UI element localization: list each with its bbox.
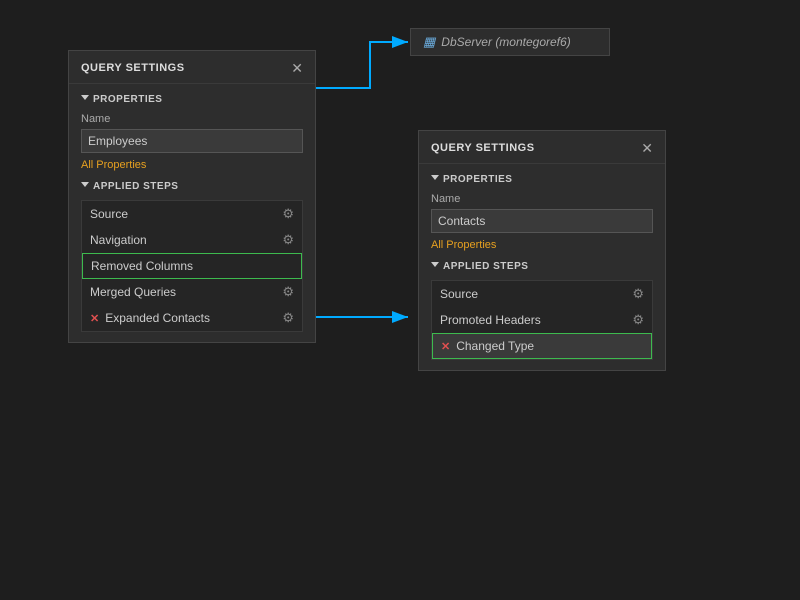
contacts-properties-header: PROPERTIES <box>431 174 653 185</box>
steps-triangle-icon <box>81 182 89 191</box>
grid-icon: ▦ <box>423 34 435 50</box>
error-x-icon: ✕ <box>441 340 450 353</box>
contacts-panel: QUERY SETTINGS ✕ PROPERTIES Name All Pro… <box>418 130 666 371</box>
emp-step-3[interactable]: Merged Queries ⚙ <box>82 279 302 305</box>
contacts-properties-triangle-icon <box>431 175 439 184</box>
emp-step-0[interactable]: Source ⚙ <box>82 201 302 227</box>
contacts-steps-header: APPLIED STEPS <box>431 261 653 272</box>
employees-properties-header: PROPERTIES <box>81 94 303 105</box>
dbserver-label: DbServer (montegoref6) <box>441 35 570 49</box>
gear-icon[interactable]: ⚙ <box>282 310 294 326</box>
contacts-name-label: Name <box>431 193 653 205</box>
employees-steps-section: APPLIED STEPS Source ⚙ Navigation ⚙ Removed … <box>81 181 303 332</box>
gear-icon[interactable]: ⚙ <box>282 284 294 300</box>
employees-close-button[interactable]: ✕ <box>291 61 303 75</box>
gear-icon[interactable]: ⚙ <box>282 232 294 248</box>
emp-step-left-0: Source <box>90 207 128 221</box>
employees-steps-header: APPLIED STEPS <box>81 181 303 192</box>
con-step-name-2: Changed Type <box>456 339 534 353</box>
emp-step-2[interactable]: Removed Columns <box>82 253 302 279</box>
contacts-close-button[interactable]: ✕ <box>641 141 653 155</box>
emp-step-1[interactable]: Navigation ⚙ <box>82 227 302 253</box>
con-step-left-2: ✕ Changed Type <box>441 339 534 353</box>
contacts-steps-title: APPLIED STEPS <box>443 261 528 272</box>
emp-step-4[interactable]: ✕ Expanded Contacts ⚙ <box>82 305 302 331</box>
contacts-panel-title: QUERY SETTINGS <box>431 142 535 154</box>
con-step-name-1: Promoted Headers <box>440 313 541 327</box>
emp-step-name-4: Expanded Contacts <box>105 311 210 325</box>
employees-panel-title: QUERY SETTINGS <box>81 62 185 74</box>
employees-name-label: Name <box>81 113 303 125</box>
contacts-steps-triangle-icon <box>431 262 439 271</box>
contacts-name-input[interactable] <box>431 209 653 233</box>
gear-icon[interactable]: ⚙ <box>282 206 294 222</box>
error-x-icon: ✕ <box>90 312 99 325</box>
gear-icon[interactable]: ⚙ <box>632 312 644 328</box>
emp-step-name-2: Removed Columns <box>91 259 193 273</box>
emp-step-name-0: Source <box>90 207 128 221</box>
contacts-all-properties-link[interactable]: All Properties <box>431 239 653 251</box>
employees-panel: QUERY SETTINGS ✕ PROPERTIES Name All Pro… <box>68 50 316 343</box>
con-step-left-0: Source <box>440 287 478 301</box>
contacts-properties-title: PROPERTIES <box>443 174 512 185</box>
emp-step-left-2: Removed Columns <box>91 259 193 273</box>
con-step-left-1: Promoted Headers <box>440 313 541 327</box>
contacts-steps-section: APPLIED STEPS Source ⚙ Promoted Headers ⚙ ✕ C… <box>431 261 653 360</box>
contacts-panel-body: PROPERTIES Name All Properties APPLIED S… <box>419 164 665 370</box>
con-step-0[interactable]: Source ⚙ <box>432 281 652 307</box>
employees-panel-header: QUERY SETTINGS ✕ <box>69 51 315 84</box>
gear-icon[interactable]: ⚙ <box>632 286 644 302</box>
employees-steps-list: Source ⚙ Navigation ⚙ Removed Columns Merged … <box>81 200 303 332</box>
emp-step-name-3: Merged Queries <box>90 285 176 299</box>
employees-name-input[interactable] <box>81 129 303 153</box>
employees-all-properties-link[interactable]: All Properties <box>81 159 303 171</box>
emp-step-name-1: Navigation <box>90 233 147 247</box>
employees-properties-title: PROPERTIES <box>93 94 162 105</box>
dbserver-badge: ▦ DbServer (montegoref6) <box>410 28 610 56</box>
con-step-2[interactable]: ✕ Changed Type <box>432 333 652 359</box>
employees-steps-title: APPLIED STEPS <box>93 181 178 192</box>
contacts-steps-list: Source ⚙ Promoted Headers ⚙ ✕ Changed Type <box>431 280 653 360</box>
con-step-name-0: Source <box>440 287 478 301</box>
con-step-1[interactable]: Promoted Headers ⚙ <box>432 307 652 333</box>
employees-panel-body: PROPERTIES Name All Properties APPLIED S… <box>69 84 315 342</box>
properties-triangle-icon <box>81 95 89 104</box>
emp-step-left-1: Navigation <box>90 233 147 247</box>
contacts-panel-header: QUERY SETTINGS ✕ <box>419 131 665 164</box>
emp-step-left-4: ✕ Expanded Contacts <box>90 311 210 325</box>
emp-step-left-3: Merged Queries <box>90 285 176 299</box>
